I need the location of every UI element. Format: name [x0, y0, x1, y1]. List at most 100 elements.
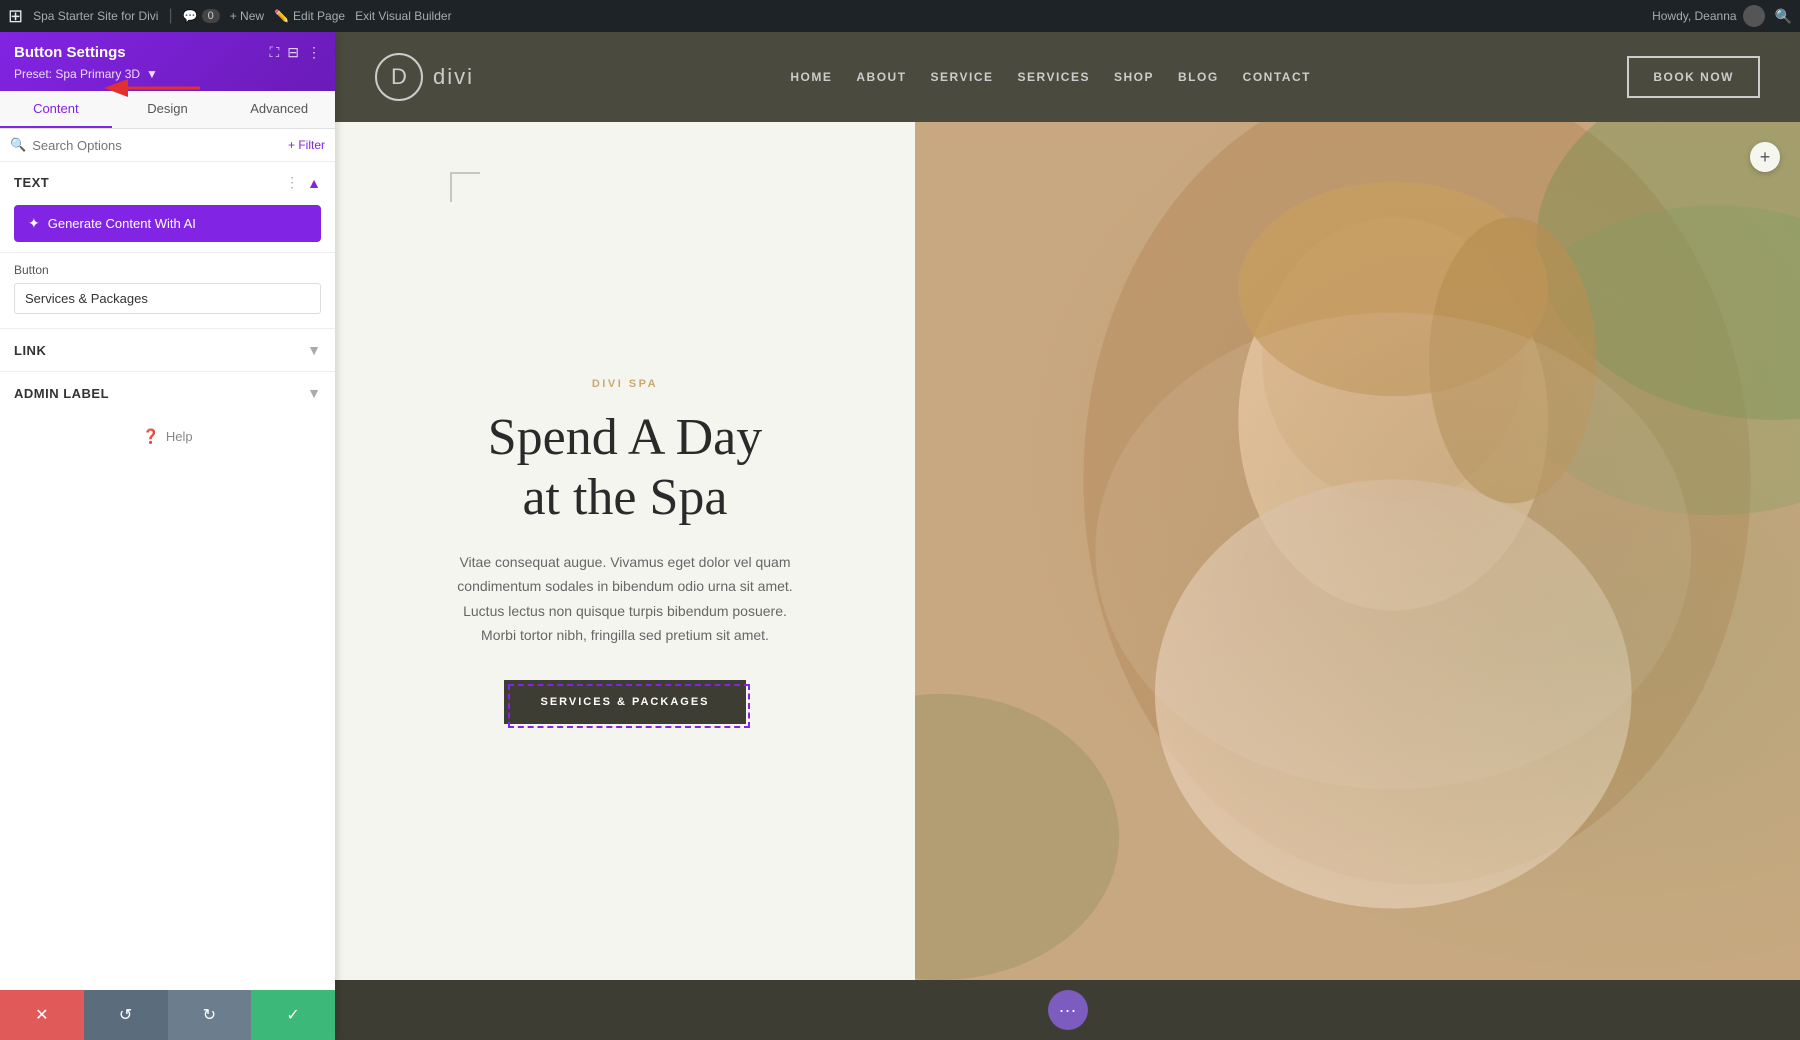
- section-icons: ⋮ ▲: [285, 174, 321, 191]
- cancel-icon: ✕: [35, 1005, 48, 1025]
- link-section-title: Link: [14, 343, 46, 358]
- hero-image-overlay: [915, 122, 1800, 980]
- admin-label-section: Admin Label ▼: [0, 371, 335, 414]
- edit-page-button[interactable]: ✏️ Edit Page: [274, 9, 345, 23]
- edit-page-label[interactable]: Edit Page: [293, 9, 345, 23]
- ai-generate-button[interactable]: ✦ Generate Content With AI: [14, 205, 321, 242]
- save-icon: ✓: [286, 1005, 299, 1025]
- edit-icon: ✏️: [274, 9, 289, 23]
- ai-icon: ✦: [28, 215, 40, 232]
- text-section-collapse-icon[interactable]: ▲: [307, 175, 321, 191]
- nav-services[interactable]: SERVICES: [1018, 70, 1090, 84]
- tab-content[interactable]: Content: [0, 91, 112, 128]
- main-area: Button Settings ⛶ ⊟ ⋮ Preset: Spa Primar…: [0, 32, 1800, 1040]
- cancel-button[interactable]: ✕: [0, 990, 84, 1040]
- nav-service[interactable]: SERVICE: [931, 70, 994, 84]
- add-element-button[interactable]: +: [1750, 142, 1780, 172]
- panel-footer: ✕ ↺ ↻ ✓: [0, 990, 335, 1040]
- admin-search-icon[interactable]: 🔍: [1775, 8, 1792, 25]
- user-greeting: Howdy, Deanna: [1652, 5, 1765, 27]
- button-value-section: Button: [0, 253, 335, 328]
- more-actions-button[interactable]: ···: [1048, 990, 1088, 1030]
- undo-icon: ↺: [119, 1005, 132, 1025]
- button-text-input[interactable]: [14, 283, 321, 314]
- help-icon: ❓: [142, 428, 159, 445]
- panel-content: Text ⋮ ▲ ✦ Generate Content With AI Butt…: [0, 162, 335, 990]
- hero-title-line2: at the Spa: [522, 469, 727, 526]
- hero-content: DIVI SPA Spend A Day at the Spa Vitae co…: [335, 122, 915, 980]
- panel-header: Button Settings ⛶ ⊟ ⋮ Preset: Spa Primar…: [0, 32, 335, 91]
- hero-section: DIVI SPA Spend A Day at the Spa Vitae co…: [335, 122, 1800, 980]
- preset-label: Preset: Spa Primary 3D: [14, 67, 140, 81]
- hero-spa-label: DIVI SPA: [592, 378, 658, 390]
- admin-label-title: Admin Label: [14, 386, 109, 401]
- nav-about[interactable]: ABOUT: [856, 70, 906, 84]
- link-section-header[interactable]: Link ▼: [0, 329, 335, 371]
- wordpress-logo-icon[interactable]: ⊞: [8, 6, 23, 27]
- save-button[interactable]: ✓: [251, 990, 335, 1040]
- dots-icon: ···: [1059, 1000, 1077, 1021]
- hero-body-text: Vitae consequat augue. Vivamus eget dolo…: [455, 550, 795, 648]
- text-section-title: Text: [14, 175, 49, 190]
- fullscreen-icon[interactable]: ⛶: [269, 44, 279, 61]
- separator: |: [168, 7, 172, 25]
- link-section: Link ▼: [0, 328, 335, 371]
- nav-blog[interactable]: BLOG: [1178, 70, 1219, 84]
- redo-button[interactable]: ↻: [168, 990, 252, 1040]
- text-section: Text ⋮ ▲ ✦ Generate Content With AI: [0, 162, 335, 253]
- panel-title: Button Settings: [14, 44, 126, 61]
- greeting-text: Howdy, Deanna: [1652, 9, 1737, 23]
- hero-cta-label: SERVICES & PACKAGES: [540, 696, 709, 708]
- button-settings-panel: Button Settings ⛶ ⊟ ⋮ Preset: Spa Primar…: [0, 32, 335, 1040]
- layout-icon[interactable]: ⊟: [287, 44, 299, 61]
- comment-count: 💬 0: [183, 9, 220, 23]
- exit-visual-builder-button[interactable]: Exit Visual Builder: [355, 9, 452, 23]
- nav-home[interactable]: HOME: [790, 70, 832, 84]
- search-icon: 🔍: [10, 137, 26, 153]
- logo-text: divi: [433, 64, 474, 90]
- site-logo[interactable]: D divi: [375, 53, 474, 101]
- admin-bar: ⊞ Spa Starter Site for Divi | 💬 0 + New …: [0, 0, 1800, 32]
- tab-design[interactable]: Design: [112, 91, 224, 128]
- admin-label-chevron-icon[interactable]: ▼: [307, 385, 321, 401]
- search-bar: 🔍 + Filter: [0, 129, 335, 162]
- nav-shop[interactable]: SHOP: [1114, 70, 1154, 84]
- panel-tabs: Content Design Advanced: [0, 91, 335, 129]
- book-now-button[interactable]: BOOK NOW: [1627, 56, 1760, 98]
- help-section: ❓ Help: [0, 414, 335, 459]
- text-section-header[interactable]: Text ⋮ ▲: [0, 162, 335, 201]
- site-navigation: HOME ABOUT SERVICE SERVICES SHOP BLOG CO…: [790, 70, 1311, 84]
- logo-circle-icon: D: [375, 53, 423, 101]
- search-input[interactable]: [32, 138, 282, 153]
- site-header: D divi HOME ABOUT SERVICE SERVICES SHOP …: [335, 32, 1800, 122]
- comment-icon: 💬: [183, 9, 198, 23]
- bottom-bar: ···: [335, 980, 1800, 1040]
- undo-button[interactable]: ↺: [84, 990, 168, 1040]
- button-field-label: Button: [14, 263, 321, 277]
- user-avatar[interactable]: [1743, 5, 1765, 27]
- link-section-chevron-icon[interactable]: ▼: [307, 342, 321, 358]
- preset-selector[interactable]: Preset: Spa Primary 3D ▼: [14, 67, 321, 81]
- ai-generate-label: Generate Content With AI: [48, 216, 196, 231]
- hero-cta-wrapper: SERVICES & PACKAGES: [504, 680, 745, 724]
- nav-contact[interactable]: CONTACT: [1243, 70, 1311, 84]
- admin-bar-left: ⊞ Spa Starter Site for Divi | 💬 0 + New …: [8, 6, 1640, 27]
- admin-bar-right: Howdy, Deanna 🔍: [1652, 5, 1792, 27]
- admin-label-section-header[interactable]: Admin Label ▼: [0, 372, 335, 414]
- help-link[interactable]: Help: [166, 429, 193, 444]
- panel-header-top: Button Settings ⛶ ⊟ ⋮: [14, 44, 321, 61]
- hero-cta-button[interactable]: SERVICES & PACKAGES: [504, 680, 745, 724]
- new-button[interactable]: + New: [230, 9, 264, 23]
- section-more-icon[interactable]: ⋮: [285, 174, 299, 191]
- preset-dropdown-icon[interactable]: ▼: [146, 67, 158, 81]
- new-label[interactable]: + New: [230, 9, 264, 23]
- preview-area: D divi HOME ABOUT SERVICE SERVICES SHOP …: [335, 32, 1800, 1040]
- panel-header-icons: ⛶ ⊟ ⋮: [269, 44, 321, 61]
- site-name[interactable]: Spa Starter Site for Divi: [33, 9, 158, 23]
- more-options-icon[interactable]: ⋮: [307, 44, 321, 61]
- hero-title-line1: Spend A Day: [488, 409, 762, 466]
- redo-icon: ↻: [203, 1005, 216, 1025]
- tab-advanced[interactable]: Advanced: [223, 91, 335, 128]
- filter-button[interactable]: + Filter: [288, 138, 325, 152]
- logo-d-letter: D: [391, 64, 407, 90]
